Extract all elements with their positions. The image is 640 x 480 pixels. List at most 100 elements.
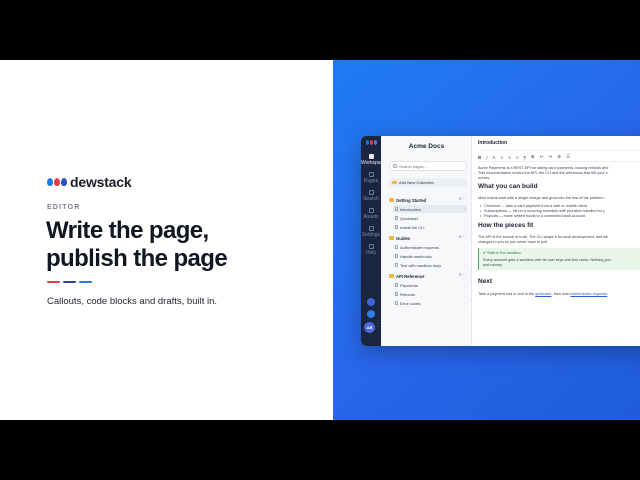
paragraph-button[interactable]: ¶: [523, 155, 525, 160]
kebab-icon[interactable]: ⋮: [463, 216, 467, 221]
drops-icon: [47, 178, 67, 186]
callout-title: ✔ Start in the sandbox: [483, 251, 522, 255]
icon-rail: Workspace Pages Search Assets Settings H…: [361, 136, 386, 346]
pieces-line-2: changes to you so you never have to poll…: [478, 240, 549, 244]
folder-icon: [389, 198, 394, 202]
search-field[interactable]: [389, 161, 467, 171]
folder-icon: [389, 274, 394, 278]
group-getting-started[interactable]: Getting Started ⊕ ⋯: [389, 196, 467, 204]
notifications-icon[interactable]: [367, 298, 375, 306]
kebab-icon[interactable]: ⋮: [463, 225, 467, 230]
callout-body: Every account gets a sandbox with its ow…: [483, 258, 611, 267]
align-left-button[interactable]: ≡: [501, 155, 504, 160]
sidebar-item-authenticate[interactable]: Authenticate requests ⋮: [393, 243, 467, 251]
page-icon: [395, 301, 398, 305]
workspace-icon: [368, 154, 374, 159]
rail-item-search[interactable]: Search: [361, 190, 381, 202]
align-right-button[interactable]: ≡: [516, 155, 519, 160]
editor: Introduction B I A ≡ ≡ ≡ ¶ ⊞ ↩ ↪ ⊕ ☰ Acm…: [472, 136, 640, 346]
workspace-title: Acme Docs: [408, 143, 445, 150]
more-format-button[interactable]: ☰: [566, 154, 570, 160]
sidebar-item-install-cli[interactable]: Install the CLI ⋮: [393, 223, 467, 231]
rail-item-assets[interactable]: Assets: [361, 208, 381, 220]
rail-item-settings[interactable]: Settings: [361, 226, 381, 238]
italic-button[interactable]: I: [486, 155, 487, 160]
page-icon: [395, 292, 398, 296]
gear-icon: [368, 226, 374, 231]
avatar[interactable]: AB: [364, 322, 375, 333]
page-icon: [395, 254, 398, 258]
search-icon: [368, 190, 374, 195]
sidebar-item-webhooks[interactable]: Handle webhooks ⋮: [393, 252, 467, 260]
rail-item-workspace[interactable]: Workspace: [361, 154, 386, 166]
next-line: Take a payment end to end in the quickst…: [478, 292, 609, 296]
align-center-button[interactable]: ≡: [508, 155, 511, 160]
add-collection-button[interactable]: Add New Collection: [389, 178, 467, 187]
page-icon: [395, 245, 398, 249]
sidebar-item-payments[interactable]: Payments ⋮: [393, 281, 467, 289]
page-title[interactable]: Introduction: [478, 140, 640, 151]
app-window: Workspace Pages Search Assets Settings H…: [361, 136, 640, 346]
search-icon: [393, 164, 397, 168]
eyebrow-label: EDITOR: [47, 204, 81, 211]
table-button[interactable]: ⊞: [531, 154, 535, 160]
headline: Write the page, publish the page: [46, 217, 228, 273]
group-actions-icon[interactable]: ⊕ ⋯: [459, 196, 467, 201]
kebab-icon[interactable]: ⋮: [463, 254, 467, 259]
kebab-icon[interactable]: ⋮: [463, 245, 467, 250]
accent-bars: [47, 281, 92, 283]
redo-button[interactable]: ↪: [548, 154, 552, 160]
sidebar-item-refunds[interactable]: Refunds ⋮: [393, 290, 467, 298]
group-actions-icon[interactable]: ⊕ ⋯: [459, 272, 467, 277]
sidebar-item-sandbox[interactable]: Test with sandbox keys ⋮: [393, 261, 467, 269]
kebab-icon[interactable]: ⋮: [463, 292, 467, 297]
kebab-icon[interactable]: ⋮: [463, 301, 467, 306]
kebab-icon[interactable]: ⋮: [463, 263, 467, 268]
page-icon: [395, 225, 398, 229]
group-api-reference[interactable]: API Reference ⊕ ⋯: [389, 272, 467, 280]
kebab-icon[interactable]: ⋮: [463, 283, 467, 288]
brand-name: dewstack: [70, 174, 132, 190]
quickstart-link[interactable]: quickstart: [535, 292, 551, 296]
insert-button[interactable]: ⊕: [557, 154, 561, 160]
page-icon: [395, 263, 398, 267]
page-icon: [395, 207, 398, 211]
intro-line-2: This documentation covers the API, the C…: [478, 171, 608, 175]
rail-item-pages[interactable]: Pages: [361, 172, 381, 184]
headline-line-2: publish the page: [46, 245, 228, 272]
folder-icon: [389, 236, 394, 240]
bold-button[interactable]: B: [478, 155, 481, 160]
page-icon: [395, 283, 398, 287]
hero-panel: dewstack EDITOR Write the page, publish …: [0, 60, 333, 420]
pages-icon: [368, 172, 374, 177]
rail-item-help[interactable]: Help: [361, 244, 381, 256]
page-icon: [395, 216, 398, 220]
brand-logo: dewstack: [47, 174, 132, 190]
intro-line-3: moves.: [478, 176, 491, 180]
list-item: Payouts — move settled funds to a connec…: [480, 214, 586, 219]
heading-what-you-can-build: What you can build: [478, 183, 538, 190]
screenshot-panel: Workspace Pages Search Assets Settings H…: [333, 60, 640, 420]
sidebar-item-error-codes[interactable]: Error codes ⋮: [393, 299, 467, 307]
sidebar: Acme Docs Add New Collection Getting Sta…: [381, 136, 472, 346]
more-icon[interactable]: · · ·: [377, 321, 379, 333]
promo-slide: dewstack EDITOR Write the page, publish …: [0, 60, 640, 420]
app-logo-icon: [366, 140, 377, 145]
search-input[interactable]: [399, 163, 463, 169]
sidebar-item-introduction[interactable]: Introduction ⋮: [393, 205, 467, 213]
subtitle: Callouts, code blocks and drafts, built …: [47, 296, 218, 307]
group-guides[interactable]: Guides ⊕ ⋯: [389, 234, 467, 242]
kebab-icon[interactable]: ⋮: [463, 207, 467, 212]
headline-line-1: Write the page,: [46, 217, 209, 244]
assets-icon: [368, 208, 374, 213]
heading-next: Next: [478, 278, 493, 285]
sidebar-item-quickstart[interactable]: Quickstart ⋮: [393, 214, 467, 222]
undo-button[interactable]: ↩: [540, 154, 544, 160]
text-color-button[interactable]: A: [493, 155, 496, 160]
callout[interactable]: ✔ Start in the sandbox Every account get…: [478, 248, 640, 270]
authenticate-link[interactable]: Authenticate requests: [570, 292, 607, 296]
heading-how-pieces-fit: How the pieces fit: [478, 222, 534, 229]
info-icon[interactable]: [367, 310, 375, 318]
group-actions-icon[interactable]: ⊕ ⋯: [459, 234, 467, 239]
format-toolbar: B I A ≡ ≡ ≡ ¶ ⊞ ↩ ↪ ⊕ ☰: [478, 153, 640, 162]
